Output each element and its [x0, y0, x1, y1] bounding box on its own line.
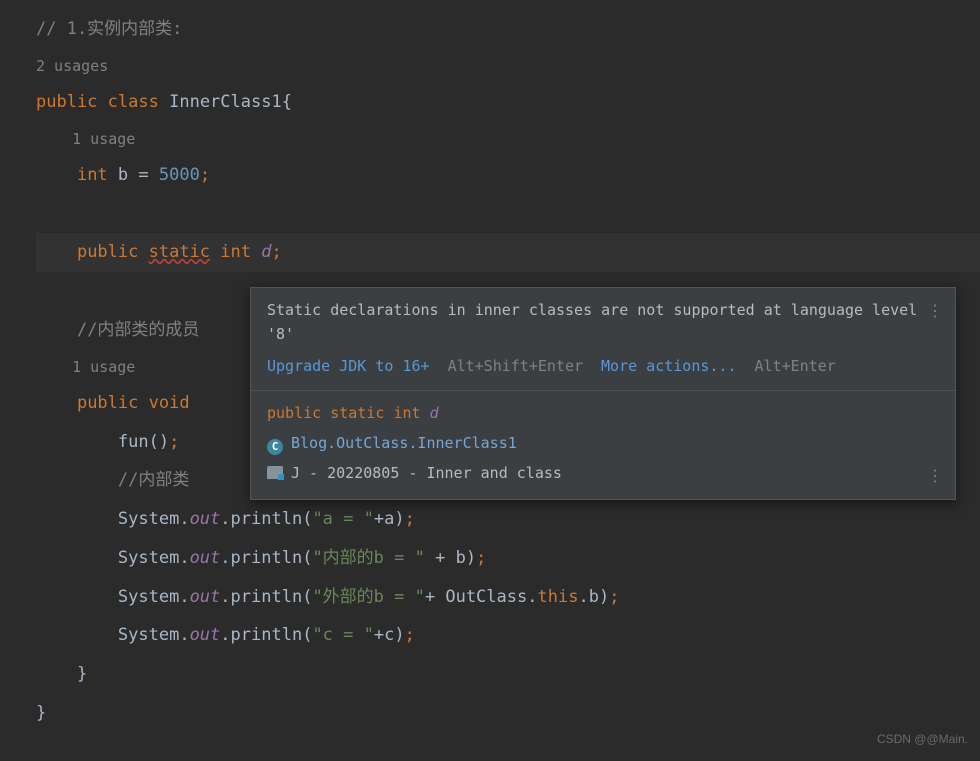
- dot: .: [220, 509, 230, 529]
- system: System: [118, 548, 179, 568]
- rparen: ): [394, 509, 404, 529]
- outclass: OutClass: [445, 587, 527, 607]
- string-inner-b: "内部的b = ": [312, 548, 424, 568]
- semicolon: ;: [169, 432, 179, 452]
- keyword-int: int: [77, 165, 108, 185]
- rbrace: }: [77, 664, 87, 684]
- rbrace: }: [36, 703, 46, 723]
- comment-line: // 1.实例内部类:: [36, 19, 182, 39]
- var-b: b: [456, 548, 466, 568]
- println: println: [231, 509, 303, 529]
- dot: .: [179, 548, 189, 568]
- keyword-public: public: [36, 92, 97, 112]
- plus: +: [374, 509, 384, 529]
- literal-5000: 5000: [159, 165, 200, 185]
- semicolon: ;: [405, 509, 415, 529]
- equals: =: [138, 165, 148, 185]
- system: System: [118, 587, 179, 607]
- rparen: ): [394, 625, 404, 645]
- shortcut-label: Alt+Enter: [755, 354, 836, 378]
- keyword-int: int: [220, 242, 251, 262]
- rparen: ): [466, 548, 476, 568]
- string-c: "c = ": [312, 625, 373, 645]
- var-b: b: [118, 165, 128, 185]
- lparen: (: [302, 548, 312, 568]
- system: System: [118, 509, 179, 529]
- out-field: out: [190, 509, 221, 529]
- plus: +: [374, 625, 384, 645]
- lparen: (: [302, 587, 312, 607]
- highlighted-line[interactable]: public static int d;: [36, 233, 980, 272]
- more-icon[interactable]: ⋮: [927, 298, 943, 324]
- plus: +: [425, 587, 445, 607]
- field-b: b: [589, 587, 599, 607]
- string-a: "a = ": [312, 509, 373, 529]
- dot: .: [179, 625, 189, 645]
- error-tooltip: Static declarations in inner classes are…: [250, 287, 956, 500]
- watermark: CSDN @@Main.: [877, 726, 968, 753]
- method-fun: fun(): [118, 432, 169, 452]
- comment-line: //内部类: [118, 470, 189, 490]
- comment-line: //内部类的成员: [77, 320, 199, 340]
- lparen: (: [302, 509, 312, 529]
- var-a: a: [384, 509, 394, 529]
- dot: .: [179, 587, 189, 607]
- keyword-public: public: [77, 242, 138, 262]
- dot: .: [220, 548, 230, 568]
- println: println: [231, 625, 303, 645]
- class-name: InnerClass1{: [169, 92, 292, 112]
- sig-name: d: [430, 404, 439, 422]
- more-actions-link[interactable]: More actions...: [601, 354, 736, 378]
- keyword-class: class: [108, 92, 159, 112]
- sig-int: int: [393, 404, 420, 422]
- keyword-static-error[interactable]: static: [149, 242, 210, 262]
- semicolon: ;: [272, 242, 282, 262]
- keyword-this: this: [537, 587, 578, 607]
- semicolon: ;: [405, 625, 415, 645]
- tooltip-message: Static declarations in inner classes are…: [267, 298, 939, 346]
- usage-hint[interactable]: 1 usage: [72, 130, 135, 148]
- var-d: d: [261, 242, 271, 262]
- out-field: out: [190, 587, 221, 607]
- dot: .: [220, 587, 230, 607]
- tooltip-header: Static declarations in inner classes are…: [251, 288, 955, 391]
- sig-public: public: [267, 404, 321, 422]
- system: System: [118, 625, 179, 645]
- usage-hint[interactable]: 2 usages: [36, 49, 980, 83]
- class-icon: C: [267, 439, 283, 455]
- plus: +: [425, 548, 456, 568]
- keyword-void: void: [149, 393, 190, 413]
- println: println: [231, 587, 303, 607]
- out-field: out: [190, 548, 221, 568]
- dot: .: [527, 587, 537, 607]
- semicolon: ;: [609, 587, 619, 607]
- keyword-public: public: [77, 393, 138, 413]
- folder-icon: [267, 466, 283, 479]
- rparen: ): [599, 587, 609, 607]
- sig-static: static: [330, 404, 384, 422]
- dot: .: [578, 587, 588, 607]
- dot: .: [179, 509, 189, 529]
- usage-hint[interactable]: 1 usage: [72, 358, 135, 376]
- string-outer-b: "外部的b = ": [312, 587, 424, 607]
- var-c: c: [384, 625, 394, 645]
- semicolon: ;: [476, 548, 486, 568]
- folder-label: J - 20220805 - Inner and class: [291, 464, 562, 482]
- lparen: (: [302, 625, 312, 645]
- println: println: [231, 548, 303, 568]
- more-icon[interactable]: ⋮: [927, 463, 943, 489]
- out-field: out: [190, 625, 221, 645]
- qualified-name[interactable]: Blog.OutClass.InnerClass1: [291, 434, 517, 452]
- tooltip-body: public static int d C Blog.OutClass.Inner…: [251, 391, 955, 499]
- shortcut-label: Alt+Shift+Enter: [448, 354, 583, 378]
- semicolon: ;: [200, 165, 210, 185]
- upgrade-jdk-link[interactable]: Upgrade JDK to 16+: [267, 354, 430, 378]
- dot: .: [220, 625, 230, 645]
